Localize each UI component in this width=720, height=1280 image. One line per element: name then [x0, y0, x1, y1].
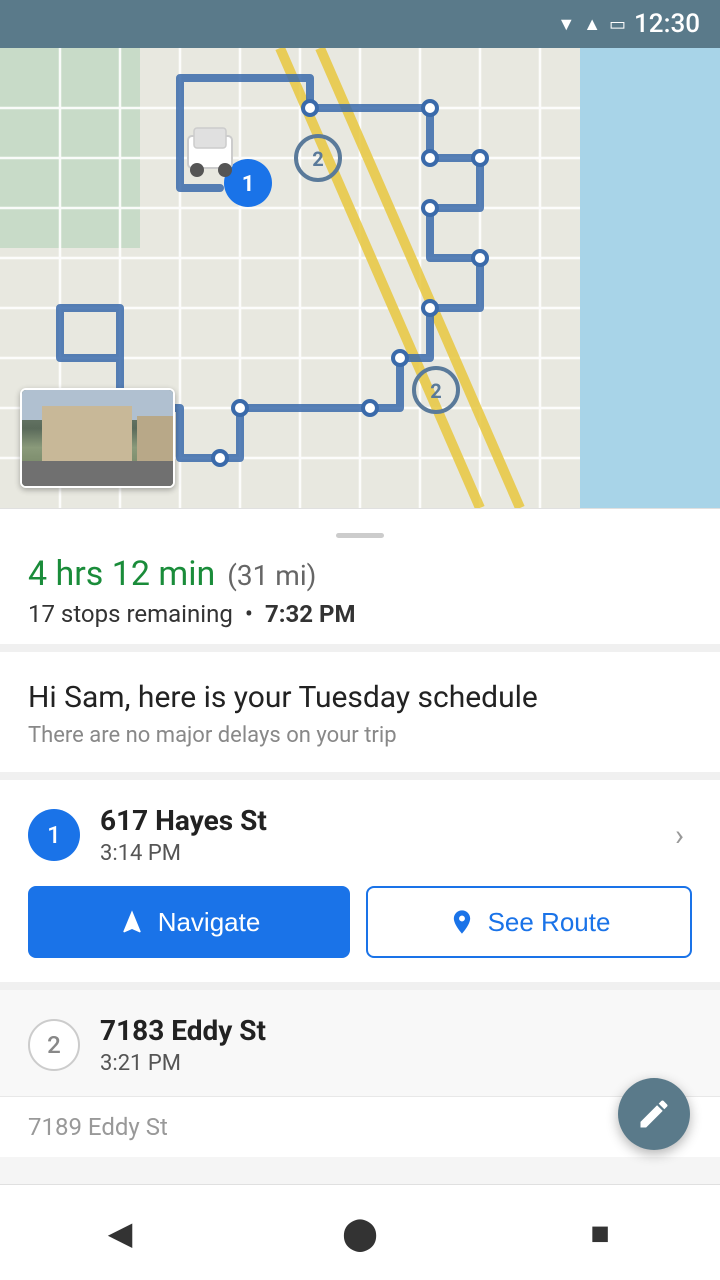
drag-handle[interactable] — [336, 533, 384, 538]
edit-icon — [636, 1096, 672, 1132]
status-bar: ▼ ▲ ▭ 12:30 — [0, 0, 720, 48]
greeting-subtitle: There are no major delays on your trip — [28, 723, 692, 748]
trip-distance: (31 mi) — [227, 559, 316, 592]
stop-chevron-1[interactable]: › — [667, 810, 692, 861]
svg-text:2: 2 — [312, 147, 323, 171]
stop-item-3: 7189 Eddy St — [0, 1096, 720, 1157]
svg-text:1: 1 — [242, 172, 255, 197]
navigate-button[interactable]: Navigate — [28, 886, 350, 958]
battery-icon: ▭ — [609, 14, 626, 35]
svg-text:2: 2 — [430, 379, 441, 403]
status-time: 12:30 — [634, 9, 700, 39]
see-route-button[interactable]: See Route — [366, 886, 692, 958]
stop-badge-2: 2 — [28, 1019, 80, 1071]
greeting-section: Hi Sam, here is your Tuesday schedule Th… — [0, 644, 720, 772]
signal-icon: ▲ — [583, 14, 601, 35]
wifi-icon: ▼ — [557, 14, 575, 35]
stop-info-1: 617 Hayes St 3:14 PM — [100, 804, 647, 866]
map-container[interactable]: 1 2 2 — [0, 48, 720, 508]
info-panel: 4 hrs 12 min (31 mi) 17 stops remaining … — [0, 508, 720, 644]
back-button[interactable]: ◀ — [80, 1193, 160, 1273]
stop-time-1: 3:14 PM — [100, 841, 647, 866]
stop-info-2: 7183 Eddy St 3:21 PM — [100, 1014, 692, 1076]
see-route-icon — [448, 908, 476, 936]
trip-duration: 4 hrs 12 min — [28, 554, 215, 594]
stop-item-2: 2 7183 Eddy St 3:21 PM — [0, 982, 720, 1096]
eta-time: 7:32 PM — [265, 600, 356, 628]
stop-address-1: 617 Hayes St — [100, 804, 647, 837]
stop-badge-1: 1 — [28, 809, 80, 861]
edit-fab[interactable] — [618, 1078, 690, 1150]
street-view-thumbnail[interactable] — [20, 388, 175, 488]
stop-item-1: 1 617 Hayes St 3:14 PM › Navigate See Ro… — [0, 772, 720, 982]
navigate-icon — [118, 908, 146, 936]
stop-time-2: 3:21 PM — [100, 1051, 692, 1076]
stop-actions-1: Navigate See Route — [0, 886, 720, 982]
stop-header-2[interactable]: 2 7183 Eddy St 3:21 PM — [0, 990, 720, 1096]
status-icons: ▼ ▲ ▭ 12:30 — [557, 9, 700, 39]
stop-header-1[interactable]: 1 617 Hayes St 3:14 PM › — [0, 780, 720, 886]
recent-button[interactable]: ■ — [560, 1193, 640, 1273]
stop-address-2: 7183 Eddy St — [100, 1014, 692, 1047]
stops-remaining: 17 stops remaining — [28, 600, 233, 628]
stop-address-3-partial: 7189 Eddy St — [28, 1113, 692, 1141]
time-info: 4 hrs 12 min (31 mi) — [28, 554, 692, 594]
greeting-title: Hi Sam, here is your Tuesday schedule — [28, 680, 692, 715]
navigation-bar: ◀ ⬤ ■ — [0, 1184, 720, 1280]
stops-info: 17 stops remaining • 7:32 PM — [28, 600, 692, 628]
home-button[interactable]: ⬤ — [320, 1193, 400, 1273]
